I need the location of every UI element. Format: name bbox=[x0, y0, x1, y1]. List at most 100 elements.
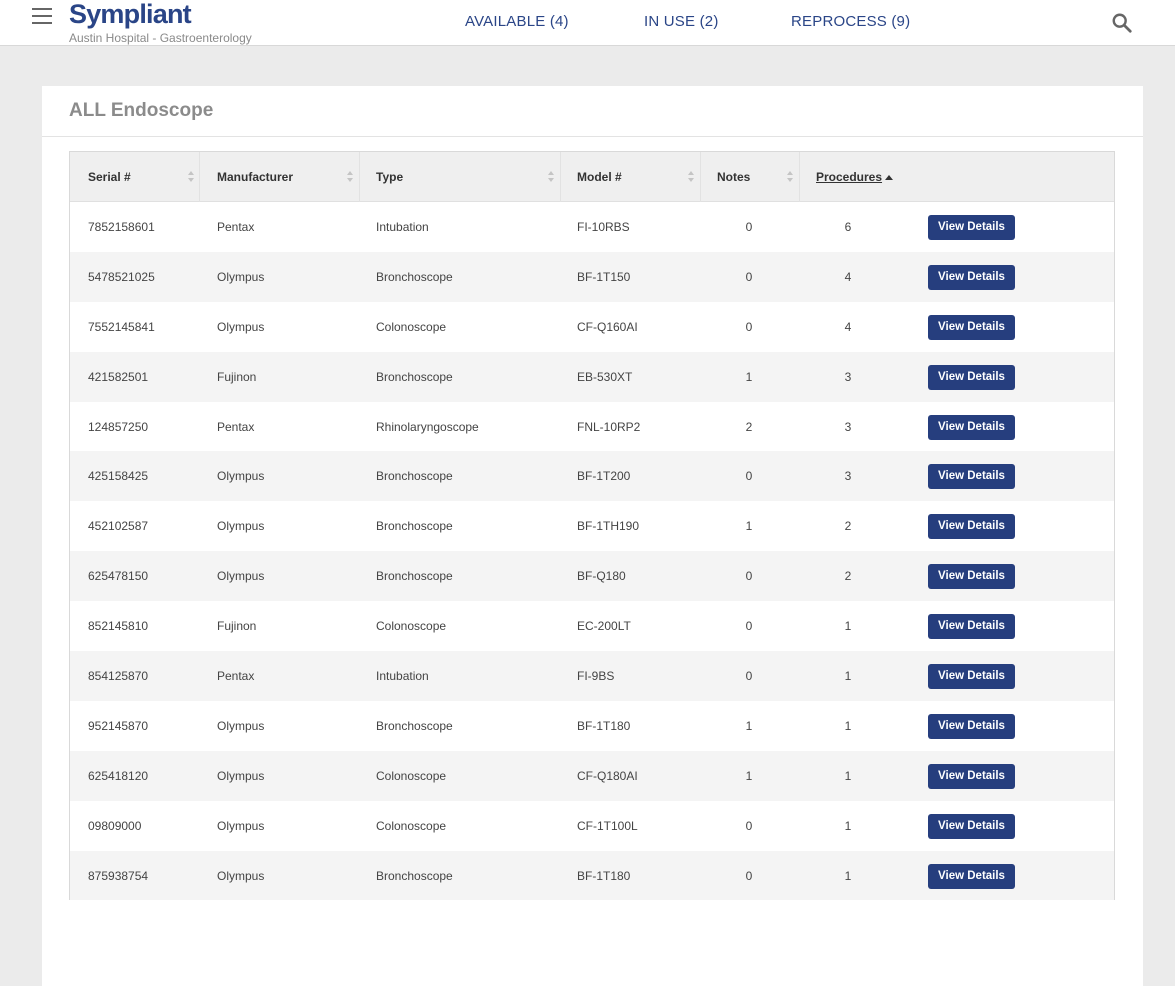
cell-serial: 5478521025 bbox=[88, 269, 155, 284]
view-details-button[interactable]: View Details bbox=[928, 364, 1015, 390]
cell-procedures: 1 bbox=[844, 868, 852, 883]
view-details-button[interactable]: View Details bbox=[928, 564, 1015, 590]
cell-model: BF-1T200 bbox=[577, 469, 631, 484]
column-label: Procedures bbox=[816, 170, 883, 184]
view-details-button[interactable]: View Details bbox=[928, 813, 1015, 839]
view-details-button[interactable]: View Details bbox=[928, 514, 1015, 540]
view-details-button[interactable]: View Details bbox=[928, 664, 1015, 690]
tab-available[interactable]: AVAILABLE (4) bbox=[465, 13, 569, 31]
table-row: 625418120 Olympus Colonoscope CF-Q180AI … bbox=[70, 750, 1114, 801]
cell-procedures: 2 bbox=[844, 569, 852, 584]
cell-serial: 625478150 bbox=[88, 569, 149, 584]
table-row: 7552145841 Olympus Colonoscope CF-Q160AI… bbox=[70, 301, 1114, 352]
cell-type: Bronchoscope bbox=[376, 569, 453, 584]
view-details-button[interactable]: View Details bbox=[928, 464, 1015, 490]
cell-notes: 0 bbox=[745, 619, 753, 634]
table-header: Serial # Manufacturer Type Model # Notes… bbox=[70, 152, 1114, 202]
cell-type: Colonoscope bbox=[376, 319, 447, 334]
cell-manufacturer: Olympus bbox=[217, 818, 265, 833]
view-details-button[interactable]: View Details bbox=[928, 264, 1015, 290]
cell-manufacturer: Olympus bbox=[217, 469, 265, 484]
cell-procedures: 4 bbox=[844, 269, 852, 284]
cell-notes: 0 bbox=[745, 319, 753, 334]
cell-procedures: 1 bbox=[844, 619, 852, 634]
table-row: 425158425 Olympus Bronchoscope BF-1T200 … bbox=[70, 451, 1114, 502]
cell-type: Colonoscope bbox=[376, 818, 447, 833]
cell-procedures: 4 bbox=[844, 319, 852, 334]
cell-manufacturer: Olympus bbox=[217, 718, 265, 733]
table-row: 7852158601 Pentax Intubation FI-10RBS 0 … bbox=[70, 202, 1114, 252]
menu-icon[interactable] bbox=[32, 8, 52, 25]
cell-notes: 0 bbox=[745, 669, 753, 684]
column-header-notes[interactable]: Notes bbox=[701, 152, 800, 202]
cell-manufacturer: Pentax bbox=[217, 669, 255, 684]
cell-model: FI-9BS bbox=[577, 669, 615, 684]
cell-serial: 421582501 bbox=[88, 369, 149, 384]
cell-notes: 0 bbox=[745, 818, 753, 833]
view-details-button[interactable]: View Details bbox=[928, 763, 1015, 789]
table-body: 7852158601 Pentax Intubation FI-10RBS 0 … bbox=[70, 202, 1114, 901]
endoscope-table: Serial # Manufacturer Type Model # Notes… bbox=[69, 151, 1115, 901]
cell-type: Bronchoscope bbox=[376, 868, 453, 883]
column-label: Model # bbox=[577, 170, 622, 184]
cell-procedures: 6 bbox=[844, 220, 852, 234]
cell-serial: 875938754 bbox=[88, 868, 149, 883]
cell-notes: 1 bbox=[745, 768, 753, 783]
cell-procedures: 1 bbox=[844, 768, 852, 783]
column-header-model[interactable]: Model # bbox=[561, 152, 701, 202]
sort-icon bbox=[188, 171, 195, 183]
column-header-procedures[interactable]: Procedures bbox=[800, 152, 1114, 202]
cell-notes: 0 bbox=[745, 569, 753, 584]
cell-type: Bronchoscope bbox=[376, 269, 453, 284]
view-details-button[interactable]: View Details bbox=[928, 614, 1015, 640]
view-details-button[interactable]: View Details bbox=[928, 713, 1015, 739]
cell-manufacturer: Olympus bbox=[217, 319, 265, 334]
column-header-manufacturer[interactable]: Manufacturer bbox=[200, 152, 360, 202]
cell-model: CF-Q180AI bbox=[577, 768, 638, 783]
table-row: 952145870 Olympus Bronchoscope BF-1T180 … bbox=[70, 700, 1114, 751]
column-header-type[interactable]: Type bbox=[360, 152, 561, 202]
cell-notes: 0 bbox=[745, 220, 753, 234]
table-row: 852145810 Fujinon Colonoscope EC-200LT 0… bbox=[70, 601, 1114, 652]
sort-icon bbox=[688, 171, 695, 183]
tab-reprocess[interactable]: REPROCESS (9) bbox=[791, 13, 910, 31]
tab-in-use[interactable]: IN USE (2) bbox=[644, 13, 719, 31]
table-row: 5478521025 Olympus Bronchoscope BF-1T150… bbox=[70, 251, 1114, 302]
cell-model: FNL-10RP2 bbox=[577, 419, 641, 434]
table-row: 421582501 Fujinon Bronchoscope EB-530XT … bbox=[70, 351, 1114, 402]
cell-manufacturer: Fujinon bbox=[217, 619, 257, 634]
table-row: 875938754 Olympus Bronchoscope BF-1T180 … bbox=[70, 850, 1114, 901]
cell-procedures: 1 bbox=[844, 718, 852, 733]
cell-model: EC-200LT bbox=[577, 619, 631, 634]
sort-ascending-icon bbox=[885, 175, 893, 180]
cell-serial: 7552145841 bbox=[88, 319, 155, 334]
table-row: 124857250 Pentax Rhinolaryngoscope FNL-1… bbox=[70, 401, 1114, 452]
view-details-button[interactable]: View Details bbox=[928, 863, 1015, 889]
cell-type: Bronchoscope bbox=[376, 469, 453, 484]
cell-procedures: 1 bbox=[844, 669, 852, 684]
cell-notes: 0 bbox=[745, 469, 753, 484]
cell-model: EB-530XT bbox=[577, 369, 633, 384]
search-icon[interactable] bbox=[1111, 12, 1133, 34]
brand-logo[interactable]: Sympliant bbox=[69, 0, 192, 30]
top-app-bar: Sympliant Austin Hospital - Gastroentero… bbox=[0, 0, 1175, 46]
cell-type: Rhinolaryngoscope bbox=[376, 419, 479, 434]
cell-type: Colonoscope bbox=[376, 619, 447, 634]
cell-manufacturer: Olympus bbox=[217, 269, 265, 284]
table-row: 452102587 Olympus Bronchoscope BF-1TH190… bbox=[70, 501, 1114, 552]
cell-model: BF-1T180 bbox=[577, 868, 631, 883]
cell-model: BF-1T180 bbox=[577, 718, 631, 733]
view-details-button[interactable]: View Details bbox=[928, 414, 1015, 440]
sort-icon bbox=[548, 171, 555, 183]
cell-procedures: 3 bbox=[844, 469, 852, 484]
page-title: ALL Endoscope bbox=[69, 100, 214, 121]
cell-manufacturer: Olympus bbox=[217, 519, 265, 534]
cell-model: CF-1T100L bbox=[577, 818, 638, 833]
cell-serial: 09809000 bbox=[88, 818, 142, 833]
view-details-button[interactable]: View Details bbox=[928, 314, 1015, 340]
cell-serial: 124857250 bbox=[88, 419, 149, 434]
cell-procedures: 1 bbox=[844, 818, 852, 833]
cell-type: Intubation bbox=[376, 669, 429, 684]
column-header-serial[interactable]: Serial # bbox=[70, 152, 200, 202]
view-details-button[interactable]: View Details bbox=[928, 215, 1015, 240]
